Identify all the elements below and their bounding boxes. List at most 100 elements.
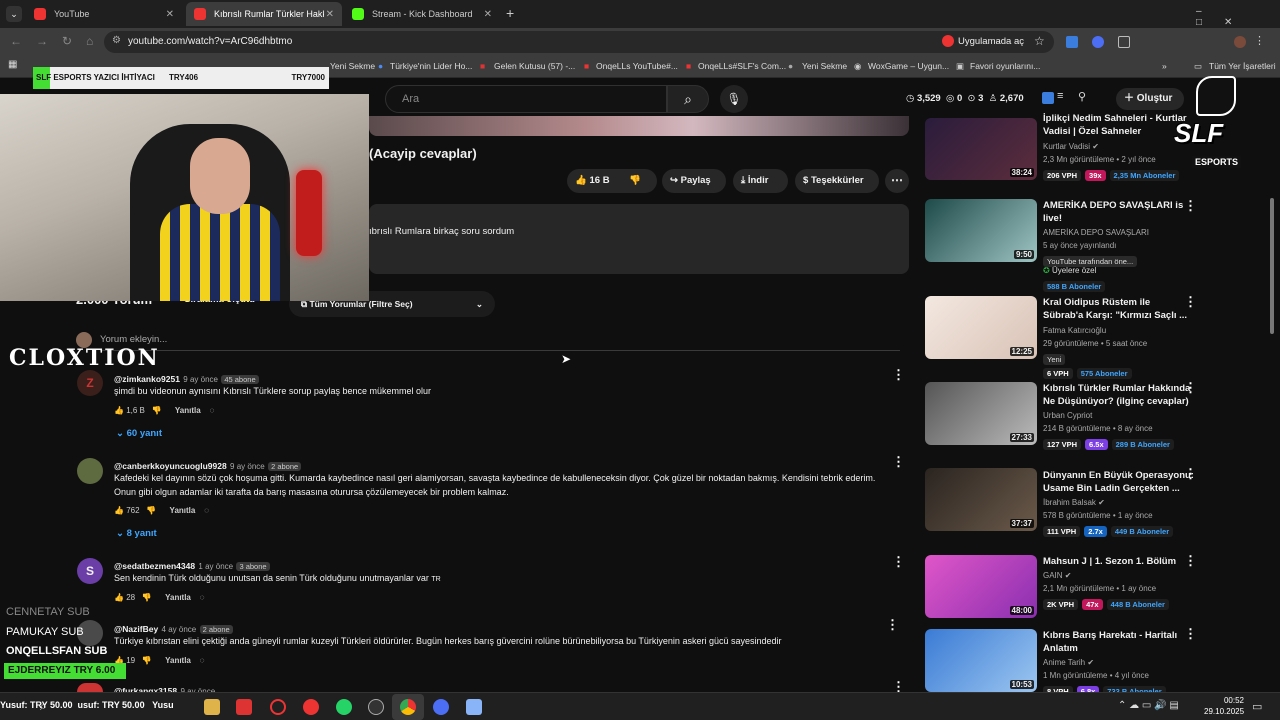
like-icon[interactable]: 👍: [114, 593, 124, 602]
thanks-button[interactable]: $ Teşekkürler: [795, 169, 879, 193]
opera-icon[interactable]: [270, 699, 286, 715]
channel-name[interactable]: İbrahim Balsak ✔: [1043, 498, 1105, 507]
open-in-app-button[interactable]: Uygulamada aç: [958, 36, 1024, 47]
channel-name[interactable]: GAIN ✔: [1043, 571, 1072, 580]
comment-author[interactable]: @NazifBey: [114, 624, 158, 634]
filter-icon[interactable]: ≡: [1057, 90, 1063, 102]
replies-toggle[interactable]: ⌄ 60 yanıt: [116, 428, 162, 439]
comment-author[interactable]: @canberkkoyuncuoglu9928: [114, 461, 227, 471]
like-count[interactable]: 16 B: [589, 175, 609, 186]
download-button[interactable]: ⤓ İndir: [733, 169, 788, 193]
channel-name[interactable]: Anime Tarih ✔: [1043, 658, 1094, 667]
video-thumbnail[interactable]: 12:25: [925, 296, 1037, 359]
scrollbar[interactable]: [1270, 198, 1274, 334]
related-title[interactable]: Kıbrıs Barış Harekatı - Haritalı Anlatım: [1043, 629, 1177, 655]
comment-menu-icon[interactable]: ⋮: [886, 617, 899, 633]
comment-menu-icon[interactable]: ⋮: [892, 554, 905, 570]
tab-kick[interactable]: Stream - Kick Dashboard ✕: [344, 2, 500, 26]
profile-avatar[interactable]: [1234, 36, 1246, 48]
close-icon[interactable]: ✕: [484, 9, 492, 20]
bookmark-item[interactable]: Yeni Sekme: [802, 61, 847, 71]
menu-icon[interactable]: ⋮: [1254, 34, 1265, 47]
video-thumbnail[interactable]: 27:33: [925, 382, 1037, 445]
close-icon[interactable]: ✕: [326, 9, 334, 20]
reply-button[interactable]: Yanıtla: [165, 593, 191, 602]
star-icon[interactable]: ☆: [1034, 34, 1045, 48]
system-tray[interactable]: ⌃ ☁ ▭ 🔊 ▤: [1118, 700, 1179, 711]
related-title[interactable]: AMERİKA DEPO SAVAŞLARI is live!: [1043, 199, 1183, 225]
video-player[interactable]: [369, 116, 909, 136]
more-actions-button[interactable]: ⋯: [885, 169, 909, 193]
nav-buttons[interactable]: ←→↻⌂: [10, 34, 107, 48]
related-title[interactable]: Dünyanın En Büyük Operasyonu: Usame Bin L…: [1043, 469, 1194, 495]
dislike-icon[interactable]: 👎: [146, 506, 156, 515]
window-controls[interactable]: –□✕: [1196, 6, 1280, 28]
like-icon[interactable]: 👍: [114, 406, 124, 415]
puzzle-icon[interactable]: [1118, 36, 1130, 48]
whatsapp-icon[interactable]: [336, 699, 352, 715]
search-input[interactable]: Ara: [385, 85, 667, 113]
comment-author[interactable]: @zimkanko9251: [114, 374, 180, 384]
channel-name[interactable]: Fatma Katırcıoğlu: [1043, 326, 1106, 335]
dislike-icon[interactable]: 👎: [152, 406, 162, 415]
bookmark-item[interactable]: OnqeLLs YouTube#...: [596, 61, 678, 71]
video-thumbnail[interactable]: 38:24: [925, 118, 1037, 180]
video-menu-icon[interactable]: ⋮: [1184, 198, 1197, 214]
like-icon[interactable]: 👍: [575, 175, 587, 186]
notification-icon[interactable]: ▭: [1252, 700, 1262, 713]
comment-time[interactable]: 9 ay önce: [183, 375, 218, 384]
close-icon[interactable]: ✕: [166, 9, 174, 20]
chrome-icon[interactable]: [400, 699, 416, 715]
description-box[interactable]: ıbrıslı Rumlara birkaç soru sordum: [369, 204, 909, 274]
related-title[interactable]: İplikçi Nedim Sahneleri - Kurtlar Vadisi …: [1043, 112, 1187, 138]
translate-icon[interactable]: [1066, 36, 1078, 48]
reply-button[interactable]: Yanıtla: [170, 506, 196, 515]
clock-date[interactable]: 29.10.2025: [1204, 707, 1244, 716]
related-title[interactable]: Kıbrıslı Türkler Rumlar Hakkında Ne Düşün…: [1043, 382, 1190, 408]
mic-icon[interactable]: 🎙: [720, 85, 748, 113]
apps-icon[interactable]: ▦: [8, 59, 17, 70]
youtube-music-icon[interactable]: [303, 699, 319, 715]
app-icon[interactable]: [236, 699, 252, 715]
video-menu-icon[interactable]: ⋮: [1184, 380, 1197, 396]
comment-menu-icon[interactable]: ⋮: [892, 367, 905, 383]
add-comment-input[interactable]: Yorum ekleyin...: [100, 334, 900, 351]
app-icon[interactable]: [466, 699, 482, 715]
omnibox[interactable]: ⚙ youtube.com/watch?v=ArC96dhbtmo Uygula…: [104, 31, 1054, 53]
channel-name[interactable]: Kurtlar Vadisi ✔: [1043, 142, 1099, 151]
bookmark-item[interactable]: Favori oyunlarını...: [970, 61, 1040, 71]
tab-video[interactable]: Kıbrıslı Rumlar Türkler Hakkında✕: [186, 2, 342, 26]
replies-toggle[interactable]: ⌄ 8 yanıt: [116, 528, 157, 539]
extensions-area[interactable]: ⋮: [1066, 34, 1266, 48]
share-button[interactable]: ↪ Paylaş: [662, 169, 726, 193]
bookmark-item[interactable]: OnqeLLs#SLF's Com...: [698, 61, 786, 71]
dislike-icon[interactable]: 👎: [142, 593, 152, 602]
bookmark-item[interactable]: Türkiye'nin Lider Ho...: [390, 61, 472, 71]
related-title[interactable]: Kral Oidipus Rüstem ile Sübrab'a Karşı: "…: [1043, 296, 1187, 322]
search-icon[interactable]: ⌕: [40, 699, 56, 715]
comment-time[interactable]: 4 ay önce: [162, 625, 197, 634]
comment-author[interactable]: @sedatbezmen4348: [114, 561, 195, 571]
comment-menu-icon[interactable]: ⋮: [892, 454, 905, 470]
like-icon[interactable]: 👍: [114, 506, 124, 515]
extension-icon[interactable]: [1042, 92, 1054, 104]
chevron-right-icon[interactable]: »: [1162, 61, 1167, 71]
comment-time[interactable]: 1 ay önce: [198, 562, 233, 571]
notification-icon[interactable]: ⚲: [1078, 90, 1086, 103]
tab-search-icon[interactable]: ⌄: [6, 6, 22, 22]
channel-name[interactable]: Urban Cypriot: [1043, 411, 1092, 420]
dislike-icon[interactable]: 👎: [142, 656, 152, 665]
app-icon[interactable]: [433, 699, 449, 715]
all-bookmarks[interactable]: Tüm Yer İşaretleri: [1209, 61, 1276, 71]
video-menu-icon[interactable]: ⋮: [1184, 294, 1197, 310]
extension-icon[interactable]: [1092, 36, 1104, 48]
bookmark-item[interactable]: WoxGame – Uygun...: [868, 61, 949, 71]
video-menu-icon[interactable]: ⋮: [1184, 553, 1197, 569]
obs-icon[interactable]: [368, 699, 384, 715]
video-thumbnail[interactable]: 9:50: [925, 199, 1037, 262]
video-menu-icon[interactable]: ⋮: [1184, 466, 1197, 482]
comment-time[interactable]: 9 ay önce: [230, 462, 265, 471]
video-thumbnail[interactable]: 37:37: [925, 468, 1037, 531]
video-thumbnail[interactable]: 48:00: [925, 555, 1037, 618]
search-button[interactable]: ⌕: [667, 85, 709, 113]
